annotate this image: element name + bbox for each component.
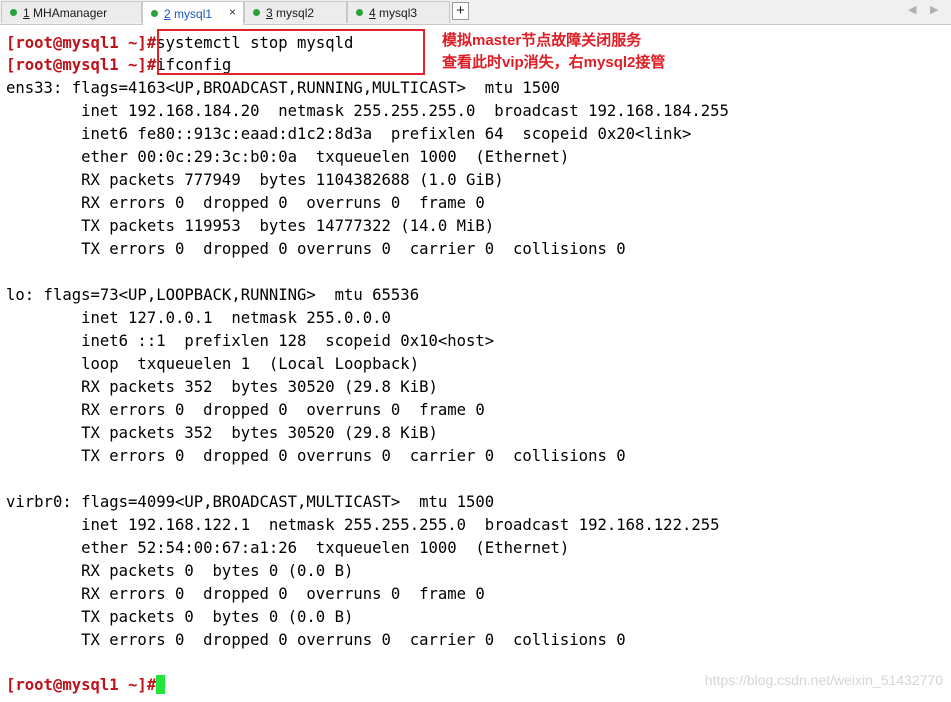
shell-prompt: [root@mysql1 ~]# [6, 56, 157, 74]
output-line: ether 00:0c:29:3c:b0:0a txqueuelen 1000 … [6, 148, 570, 166]
output-line: inet6 fe80::913c:eaad:d1c2:8d3a prefixle… [6, 125, 692, 143]
annotation-line-2: 查看此时vip消失，右mysql2接管 [442, 54, 666, 71]
shell-prompt: [root@mysql1 ~]# [6, 34, 157, 52]
output-line: RX packets 352 bytes 30520 (29.8 KiB) [6, 378, 438, 396]
tab-mhamanager[interactable]: 1 MHAmanager [1, 1, 142, 23]
output-line: inet 192.168.184.20 netmask 255.255.255.… [6, 102, 729, 120]
connected-status-icon [356, 9, 363, 16]
output-line: TX errors 0 dropped 0 overruns 0 carrier… [6, 631, 626, 649]
annotation-line-1: 模拟master节点故障关闭服务 [442, 32, 642, 49]
tab-mysql1[interactable]: 2 mysql1 × [142, 1, 244, 25]
output-line: lo: flags=73<UP,LOOPBACK,RUNNING> mtu 65… [6, 286, 420, 304]
command-highlight-box [157, 29, 425, 75]
connected-status-icon [151, 10, 158, 17]
output-line: ether 52:54:00:67:a1:26 txqueuelen 1000 … [6, 539, 570, 557]
output-line: ens33: flags=4163<UP,BROADCAST,RUNNING,M… [6, 79, 560, 97]
watermark: https://blog.csdn.net/weixin_51432770 [704, 672, 943, 688]
tab-bar: 1 MHAmanager 2 mysql1 × 3 mysql2 4 mysql… [0, 0, 951, 25]
output-line: TX packets 119953 bytes 14777322 (14.0 M… [6, 217, 495, 235]
output-line: RX packets 0 bytes 0 (0.0 B) [6, 562, 354, 580]
output-line: loop txqueuelen 1 (Local Loopback) [6, 355, 420, 373]
tab-label: mysql3 [379, 5, 418, 20]
tab-label: MHAmanager [33, 5, 108, 20]
command-line-current[interactable]: [root@mysql1 ~]# [6, 674, 166, 697]
output-line: RX errors 0 dropped 0 overruns 0 frame 0 [6, 401, 485, 419]
output-line: RX errors 0 dropped 0 overruns 0 frame 0 [6, 194, 485, 212]
tab-mysql2[interactable]: 3 mysql2 [244, 1, 347, 23]
output-line: TX errors 0 dropped 0 overruns 0 carrier… [6, 447, 626, 465]
output-line: TX errors 0 dropped 0 overruns 0 carrier… [6, 240, 626, 258]
add-tab-button[interactable]: + [452, 2, 469, 20]
scroll-tabs-right-icon[interactable]: ▶ [930, 3, 938, 16]
tab-label: mysql1 [174, 6, 213, 21]
output-line: inet 127.0.0.1 netmask 255.0.0.0 [6, 309, 391, 327]
output-line: RX errors 0 dropped 0 overruns 0 frame 0 [6, 585, 485, 603]
output-line: inet6 ::1 prefixlen 128 scopeid 0x10<hos… [6, 332, 495, 350]
shell-prompt: [root@mysql1 ~]# [6, 676, 157, 694]
connected-status-icon [253, 9, 260, 16]
connected-status-icon [10, 9, 17, 16]
tab-number: 1 [23, 5, 30, 20]
output-line: virbr0: flags=4099<UP,BROADCAST,MULTICAS… [6, 493, 495, 511]
tab-number: 3 [266, 5, 273, 20]
tab-number: 2 [164, 6, 171, 21]
tab-label: mysql2 [276, 5, 315, 20]
close-tab-icon[interactable]: × [229, 5, 236, 19]
output-line: TX packets 352 bytes 30520 (29.8 KiB) [6, 424, 438, 442]
terminal-cursor [156, 675, 166, 694]
scroll-tabs-left-icon[interactable]: ◀ [908, 3, 916, 16]
tab-number: 4 [369, 5, 376, 20]
output-line: inet 192.168.122.1 netmask 255.255.255.0… [6, 516, 720, 534]
tab-mysql3[interactable]: 4 mysql3 [347, 1, 450, 23]
output-line: RX packets 777949 bytes 1104382688 (1.0 … [6, 171, 504, 189]
output-line: TX packets 0 bytes 0 (0.0 B) [6, 608, 354, 626]
terminal-area[interactable]: [root@mysql1 ~]#systemctl stop mysqld [r… [0, 25, 951, 702]
